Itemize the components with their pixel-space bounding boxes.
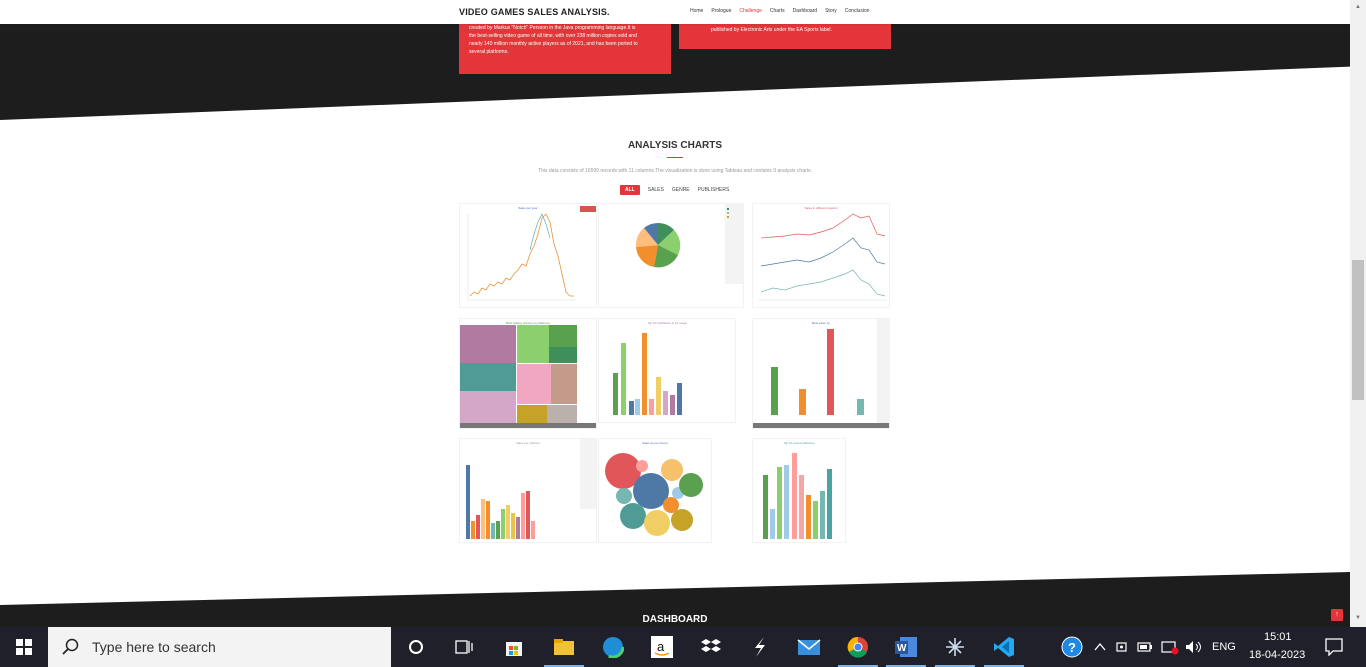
windows-logo-icon: [16, 639, 32, 655]
chart-thumbnail-best-sales[interactable]: Best sales by: [752, 318, 890, 429]
bar-chart-graphic: [763, 453, 832, 539]
filter-genre[interactable]: GENRE: [672, 187, 690, 193]
svg-text:a: a: [657, 639, 665, 654]
nav-charts[interactable]: Charts: [770, 8, 785, 14]
filter-sales[interactable]: SALES: [648, 187, 664, 193]
page-scrollbar[interactable]: ▲ ▼: [1350, 0, 1366, 627]
tableau-icon[interactable]: [943, 635, 967, 659]
pie-chart-graphic: .: [635, 204, 743, 284]
back-to-top-button[interactable]: ↑: [1331, 609, 1343, 621]
scroll-up-arrow[interactable]: ▲: [1354, 4, 1362, 10]
chevron-up-icon[interactable]: [1088, 635, 1112, 659]
chart-thumbnail-top-publishers[interactable]: Top 20 publishers in 10 mega: [598, 318, 736, 423]
card-line: published by Electronic Arts under the E…: [711, 27, 832, 33]
mail-icon[interactable]: [797, 635, 821, 659]
svg-text:.: .: [659, 206, 660, 210]
browser-viewport: created by Markus "Notch" Persson in the…: [0, 0, 1366, 627]
task-view-icon[interactable]: [452, 635, 476, 659]
section-description: This data consists of 16599 records with…: [538, 168, 812, 174]
file-explorer-icon[interactable]: [552, 635, 576, 659]
svg-text:W: W: [897, 643, 907, 654]
start-button[interactable]: [0, 627, 48, 667]
thumbnail-title: Best sales by: [812, 321, 830, 325]
notification-icon[interactable]: [1322, 635, 1346, 659]
thumbnail-title: Sales in different regions: [804, 206, 838, 210]
bar-chart-graphic: [466, 439, 596, 539]
battery-icon[interactable]: [1133, 635, 1157, 659]
chart-thumbnail-recent-platforms[interactable]: Top 10 recent platforms: [752, 438, 846, 543]
windows-taskbar: Type here to search a W ? ENG 15:01 18-0…: [0, 627, 1366, 667]
chart-thumbnail-treemap[interactable]: Best Selling Games on platforms: [459, 318, 597, 429]
svg-text:?: ?: [1068, 640, 1076, 655]
nav-home[interactable]: Home: [690, 8, 703, 14]
volume-icon[interactable]: [1182, 635, 1206, 659]
chrome-icon[interactable]: [846, 635, 870, 659]
thumbnail-title: Best Selling Games on platforms: [506, 321, 550, 325]
amazon-icon[interactable]: a: [650, 635, 674, 659]
language-indicator[interactable]: ENG: [1212, 641, 1236, 653]
clock-time[interactable]: 15:01: [1264, 631, 1292, 643]
card-line: the best-selling video game of all time,…: [469, 33, 637, 39]
dropbox-icon[interactable]: [699, 635, 723, 659]
section-title: ANALYSIS CHARTS: [627, 140, 723, 151]
clock-date[interactable]: 18-04-2023: [1249, 649, 1305, 661]
thumbnail-title: Sales per platform: [515, 441, 541, 445]
treemap-graphic: [460, 325, 596, 428]
meet-now-icon[interactable]: [1110, 635, 1134, 659]
multi-line-chart-graphic: [759, 213, 887, 301]
nav-prologue[interactable]: Prologue: [711, 8, 731, 14]
scroll-down-arrow[interactable]: ▼: [1354, 615, 1362, 621]
chart-thumbnail-genre-bubbles[interactable]: Sales as per Genre: [598, 438, 712, 543]
bar-chart-graphic: [613, 333, 682, 415]
search-placeholder: Type here to search: [92, 639, 216, 655]
line-chart-graphic: [467, 206, 596, 301]
search-icon: [62, 638, 79, 655]
cortana-icon[interactable]: [404, 635, 428, 659]
app-s-icon[interactable]: [748, 635, 772, 659]
chart-thumbnail-sales-regions[interactable]: Sales in different regions: [752, 203, 890, 308]
dashboard-title: DASHBOARD: [642, 614, 708, 625]
word-icon[interactable]: W: [894, 635, 918, 659]
site-brand[interactable]: VIDEO GAMES SALES ANALYSIS.: [459, 7, 610, 17]
chart-filters: ALL SALES GENRE PUBLISHERS: [620, 185, 729, 195]
thumbnail-title: Sales per year: [518, 206, 538, 210]
taskbar-search-box[interactable]: Type here to search: [48, 627, 391, 667]
vscode-icon[interactable]: [992, 635, 1016, 659]
site-header: VIDEO GAMES SALES ANALYSIS. Home Prologu…: [0, 0, 1350, 24]
filter-all[interactable]: ALL: [620, 185, 640, 195]
chart-thumbnail-sales-platform[interactable]: Sales per platform: [459, 438, 597, 543]
thumbnail-title: Sales as per Genre: [642, 441, 668, 445]
title-underline: [667, 157, 683, 158]
microsoft-store-icon[interactable]: [502, 635, 526, 659]
card-line: created by Markus "Notch" Persson in the…: [469, 25, 636, 31]
nav-story[interactable]: Story: [825, 8, 837, 14]
bubble-chart-graphic: [605, 453, 703, 536]
main-nav: Home Prologue Challenge Charts Dashboard…: [690, 8, 870, 14]
edge-browser-icon[interactable]: [601, 635, 625, 659]
thumbnail-title: Top 10 recent platforms: [783, 441, 815, 445]
card-line: several platforms.: [469, 49, 509, 55]
bar-chart-graphic: [753, 319, 889, 428]
filter-publishers[interactable]: PUBLISHERS: [698, 187, 730, 193]
nav-dashboard[interactable]: Dashboard: [793, 8, 817, 14]
scrollbar-thumb[interactable]: [1352, 260, 1364, 400]
help-icon[interactable]: ?: [1060, 635, 1084, 659]
info-card-left: created by Markus "Notch" Persson in the…: [459, 18, 671, 74]
chart-thumbnail-sales-per-year[interactable]: Sales per year: [459, 203, 597, 308]
card-line: nearly 140 million monthly active player…: [469, 41, 638, 47]
network-icon[interactable]: [1158, 635, 1182, 659]
chart-thumbnail-pie[interactable]: .: [598, 203, 744, 308]
nav-conclusion[interactable]: Conclusion: [845, 8, 870, 14]
nav-challenge[interactable]: Challenge: [739, 8, 762, 14]
thumbnail-title: Top 20 publishers in 10 mega: [647, 321, 687, 325]
